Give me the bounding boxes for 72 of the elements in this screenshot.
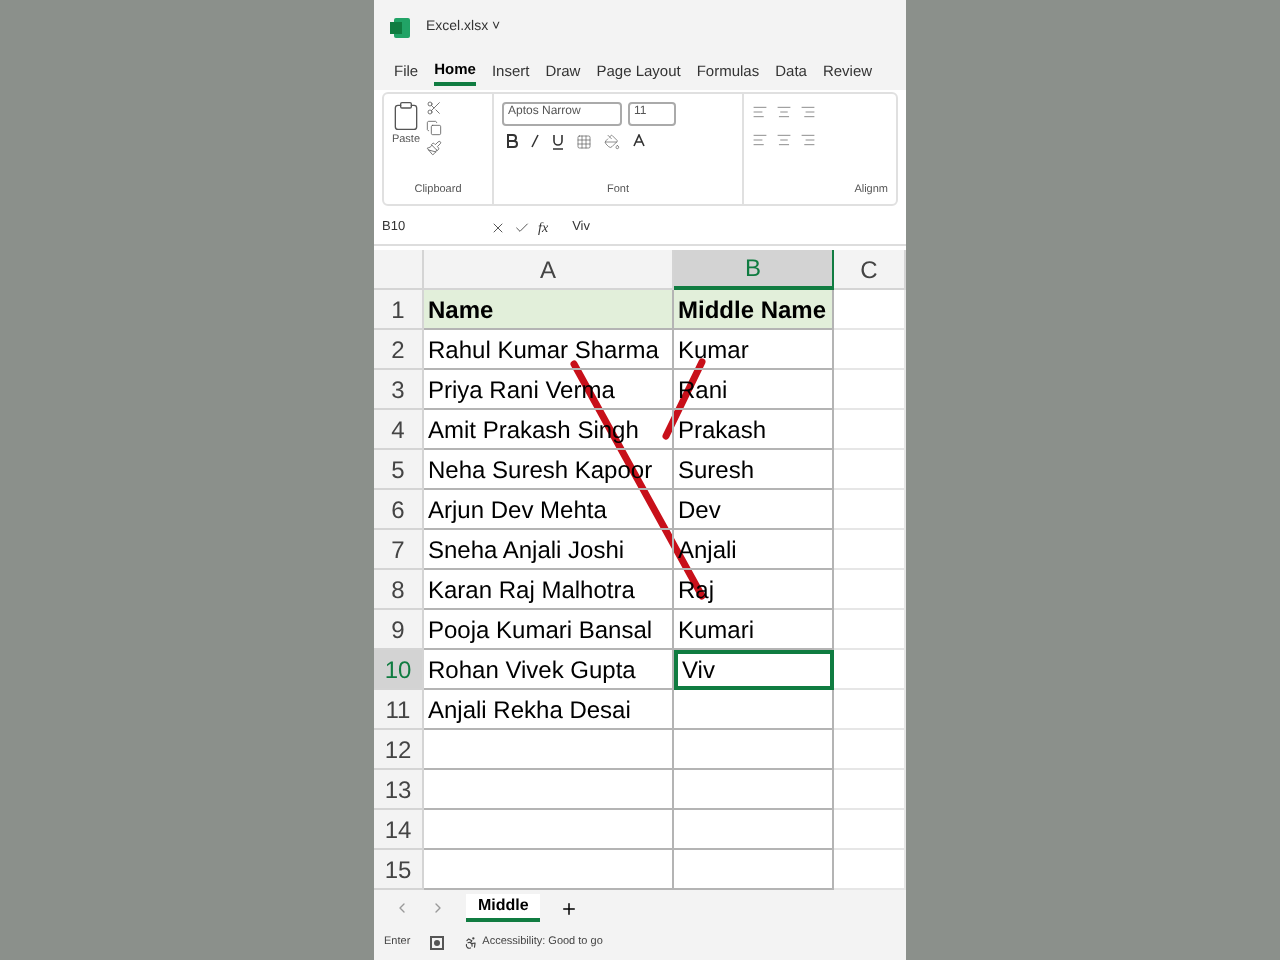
sheet-tab[interactable]: Middle <box>466 894 541 923</box>
align-center-icon[interactable] <box>776 131 792 148</box>
empty-cell <box>834 570 906 611</box>
row-header[interactable]: 9 <box>374 610 424 651</box>
table-cell: Name <box>424 290 674 331</box>
row-header[interactable]: 11 <box>374 690 424 731</box>
table-cell: Rahul Kumar Sharma <box>424 330 674 371</box>
empty-cell <box>834 610 906 651</box>
table-cell: Karan Raj Malhotra <box>424 570 674 611</box>
macro-record-icon[interactable] <box>430 936 445 951</box>
table-cell: Rohan Vivek Gupta <box>424 650 674 691</box>
empty-cell <box>834 530 906 571</box>
excel-logo-icon <box>390 17 410 38</box>
cut-icon[interactable] <box>426 99 442 116</box>
table-cell: Suresh <box>674 450 834 491</box>
paste-icon[interactable] <box>390 99 422 132</box>
row-header[interactable]: 2 <box>374 330 424 371</box>
table-cell: Pooja Kumari Bansal <box>424 610 674 651</box>
align-left-icon[interactable] <box>752 131 768 148</box>
row-header[interactable]: 6 <box>374 490 424 531</box>
table-cell: Anjali Rekha Desai <box>424 690 674 731</box>
empty-cell <box>834 810 906 851</box>
accessibility-icon[interactable] <box>464 936 479 951</box>
empty-cell <box>834 450 906 491</box>
fill-color-icon[interactable] <box>604 133 620 150</box>
row-header[interactable]: 3 <box>374 370 424 411</box>
add-sheet-icon[interactable] <box>560 899 579 918</box>
next-sheet-icon[interactable] <box>430 900 446 917</box>
bold-icon[interactable] <box>506 134 518 149</box>
table-cell: Dev <box>674 490 834 531</box>
table-cell: Middle Name <box>674 290 834 331</box>
row-header[interactable]: 15 <box>374 850 424 891</box>
row-header[interactable]: 4 <box>374 410 424 451</box>
borders-icon[interactable] <box>576 133 592 150</box>
table-cell: Arjun Dev Mehta <box>424 490 674 531</box>
table-cell: Kumar <box>674 330 834 371</box>
table-cell: Sneha Anjali Joshi <box>424 530 674 571</box>
format-painter-icon[interactable] <box>426 139 442 156</box>
empty-cell <box>834 370 906 411</box>
row-header[interactable]: 5 <box>374 450 424 491</box>
column-header[interactable]: B <box>674 250 834 291</box>
row-header[interactable]: 7 <box>374 530 424 571</box>
align-left-icon[interactable] <box>752 103 768 120</box>
row-header[interactable]: 14 <box>374 810 424 851</box>
align-center-icon[interactable] <box>776 103 792 120</box>
empty-cell <box>834 690 906 731</box>
column-header[interactable]: A <box>424 250 674 291</box>
row-header[interactable]: 10 <box>374 650 424 691</box>
font-color-icon[interactable] <box>632 133 646 150</box>
copy-icon[interactable] <box>426 119 442 136</box>
align-right-icon[interactable] <box>800 103 816 120</box>
empty-cell <box>834 490 906 531</box>
empty-cell <box>834 330 906 371</box>
empty-cell <box>834 650 906 691</box>
table-cell: Anjali <box>674 530 834 571</box>
underline-icon[interactable] <box>552 133 564 150</box>
enter-icon[interactable] <box>514 220 530 237</box>
empty-cell <box>834 410 906 451</box>
cancel-icon[interactable] <box>490 220 506 237</box>
row-header[interactable]: 8 <box>374 570 424 611</box>
table-cell: Prakash <box>674 410 834 451</box>
italic-icon[interactable] <box>530 134 540 149</box>
table-cell: Viv <box>674 650 834 691</box>
empty-cell <box>834 730 906 771</box>
table-cell: Kumari <box>674 610 834 651</box>
previous-sheet-icon[interactable] <box>394 900 410 917</box>
row-header[interactable]: 13 <box>374 770 424 811</box>
align-right-icon[interactable] <box>800 131 816 148</box>
column-header[interactable]: C <box>834 250 906 291</box>
row-header[interactable]: 1 <box>374 290 424 331</box>
row-header[interactable]: 12 <box>374 730 424 771</box>
empty-cell <box>834 770 906 811</box>
